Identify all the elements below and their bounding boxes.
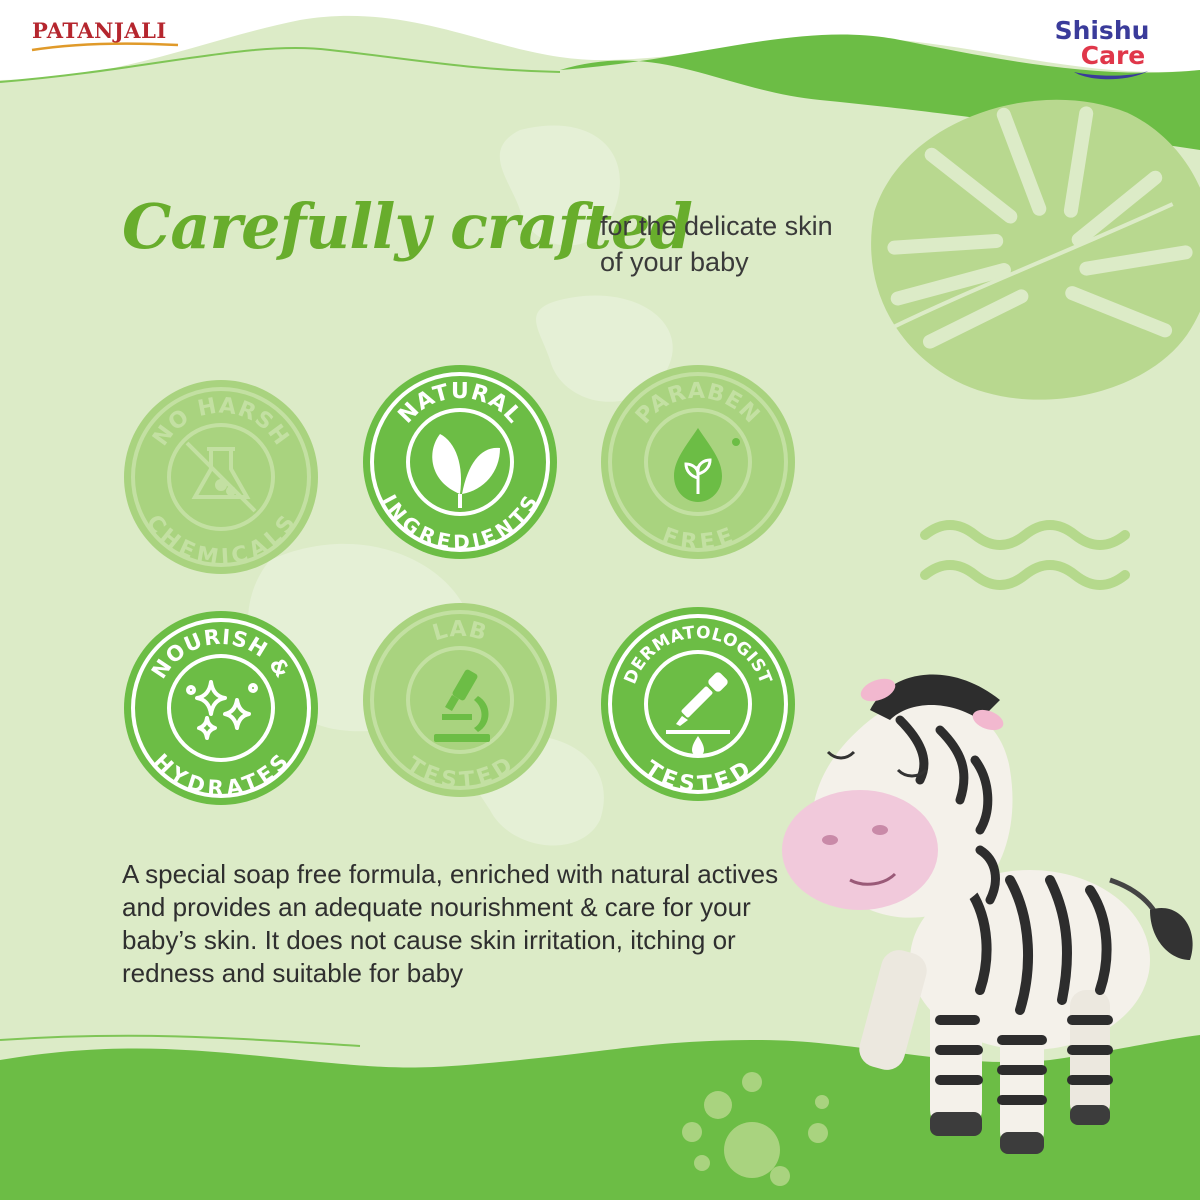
product-description: A special soap free formula, enriched wi… [122, 859, 779, 988]
hand-icon [1074, 70, 1150, 80]
svg-text:LAB: LAB [430, 617, 490, 646]
badge-4-top-text: LAB [430, 617, 489, 646]
care-logo-text: Care [1080, 41, 1146, 70]
badge-lab-tested: LAB TESTED [360, 600, 560, 800]
patanjali-logo: PATANJALI [32, 18, 167, 43]
badge-nourish-hydrates: NOURISH & HYDRATES [121, 608, 321, 808]
badge-dermatologist-tested: DERMATOLOGIST TESTED [598, 604, 798, 804]
headline-subtitle: for the delicate skin of your baby [600, 208, 833, 280]
page: PATANJALI Shishu Care Carefully crafted … [0, 0, 1200, 1200]
subtitle-line-2: of your baby [600, 247, 749, 277]
badge-natural-ingredients: NATURAL INGREDIENTS [360, 362, 560, 562]
badge-no-harsh-chemicals: NO HARSH CHEMICALS [121, 377, 321, 577]
zebra-illustration [782, 674, 1193, 1154]
badge-paraben-free: PARABEN FREE [598, 362, 798, 562]
subtitle-line-1: for the delicate skin [600, 211, 833, 241]
shishu-care-logo: Shishu Care [1042, 18, 1162, 70]
patanjali-swoosh-icon [31, 42, 179, 52]
